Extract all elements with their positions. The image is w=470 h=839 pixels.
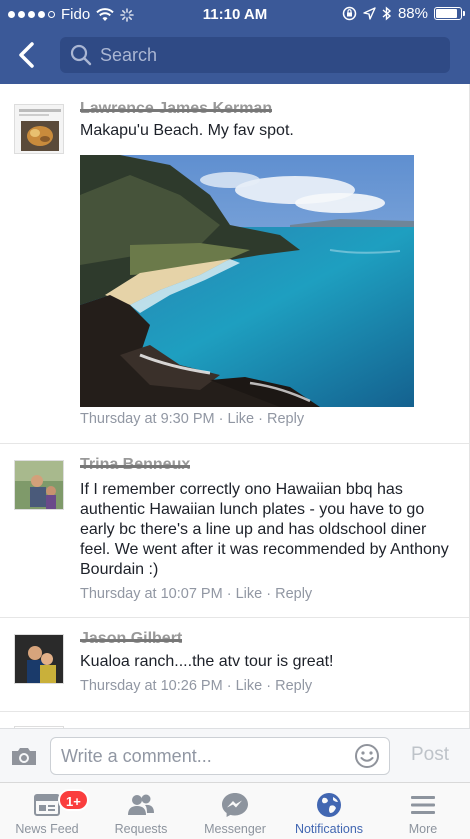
battery-level: [436, 9, 457, 18]
search-icon: [70, 44, 92, 66]
status-bar: Fido 11:10 AM 88%: [0, 0, 470, 30]
commenter-name[interactable]: Lawrence James Kerman: [80, 100, 273, 118]
reply-link[interactable]: Reply: [267, 411, 304, 427]
comment-meta: Thursday at 10:26 PM · Like · Reply: [80, 678, 312, 694]
globe-icon: [317, 793, 341, 817]
header: [0, 30, 470, 84]
avatar[interactable]: [14, 634, 64, 684]
status-right: 88%: [342, 5, 465, 22]
comment-text: Makapu'u Beach. My fav spot.: [80, 122, 294, 139]
post-button[interactable]: Post: [400, 744, 460, 766]
reply-link[interactable]: Reply: [275, 586, 312, 602]
orientation-lock-icon: [342, 6, 357, 21]
avatar[interactable]: [14, 460, 64, 510]
comment-timestamp[interactable]: Thursday at 10:07 PM: [80, 586, 223, 602]
news-feed-icon: [34, 794, 60, 816]
separator-dot: ·: [218, 411, 224, 427]
search-input[interactable]: [100, 44, 420, 66]
comment-timestamp[interactable]: Thursday at 10:26 PM: [80, 678, 223, 694]
tab-notifications[interactable]: Notifications: [282, 783, 376, 839]
beach-photo-image: [80, 155, 414, 407]
comment-text: If I remember correctly ono Hawaiian bbq…: [80, 481, 449, 578]
notification-badge: 1+: [58, 789, 89, 811]
battery-percent: 88%: [397, 5, 428, 22]
comments-list[interactable]: Lawrence James Kerman Makapu'u Beach. My…: [0, 84, 470, 728]
tab-messenger[interactable]: Messenger: [188, 783, 282, 839]
location-arrow-icon: [363, 7, 376, 20]
like-link[interactable]: Like: [236, 678, 263, 694]
comment-text: Kualoa ranch....the atv tour is great!: [80, 653, 334, 670]
friend-requests-icon: [128, 794, 154, 815]
camera-icon[interactable]: [10, 745, 38, 767]
commenter-name[interactable]: Trina Benneux: [80, 456, 191, 474]
separator-dot: ·: [226, 678, 232, 694]
tab-requests[interactable]: Requests: [94, 783, 188, 839]
like-link[interactable]: Like: [236, 586, 263, 602]
avatar-image: [15, 635, 63, 683]
avatar[interactable]: [14, 104, 64, 154]
tab-label: Requests: [114, 822, 168, 836]
avatar-image: [15, 105, 63, 153]
redaction-scribble: [80, 639, 183, 642]
tab-label: Messenger: [204, 822, 266, 836]
facebook-comments-screen: Fido 11:10 AM 88% Search Makapu'u Beach.…: [0, 0, 470, 839]
comment-composer: Post: [0, 728, 470, 782]
separator-dot: ·: [266, 586, 272, 602]
emoji-smiley-icon[interactable]: [354, 743, 380, 769]
avatar-image: [15, 461, 63, 509]
comment-item-partial: [0, 712, 469, 728]
tab-bar: 1+ News Feed Requests Messenger Notifica…: [0, 782, 470, 839]
bluetooth-icon: [382, 6, 392, 21]
reply-link[interactable]: Reply: [275, 678, 312, 694]
separator-dot: ·: [226, 586, 232, 602]
tab-news-feed[interactable]: 1+ News Feed: [0, 783, 94, 839]
tab-more[interactable]: More: [376, 783, 470, 839]
like-link[interactable]: Like: [228, 411, 255, 427]
search-bar[interactable]: [60, 37, 450, 73]
back-arrow-icon[interactable]: [12, 38, 42, 72]
commenter-name[interactable]: Jason Gilbert: [80, 630, 183, 648]
comment-item: Lawrence James Kerman Makapu'u Beach. My…: [0, 84, 469, 444]
battery-icon: [434, 7, 465, 20]
top-bar: Fido 11:10 AM 88% Search: [0, 0, 470, 84]
redaction-scribble: [80, 465, 191, 468]
comment-item: Jason Gilbert Kualoa ranch....the atv to…: [0, 618, 469, 712]
separator-dot: ·: [258, 411, 263, 427]
comment-input[interactable]: [50, 737, 390, 775]
comment-photo[interactable]: [80, 155, 414, 407]
comment-item: Trina Benneux If I remember correctly on…: [0, 444, 469, 618]
separator-dot: ·: [266, 678, 272, 694]
tab-label: Notifications: [294, 822, 364, 836]
tab-label: More: [408, 822, 438, 836]
comment-meta: Thursday at 10:07 PM · Like · Reply: [80, 586, 312, 602]
comment-timestamp[interactable]: Thursday at 9:30 PM: [80, 411, 215, 427]
comment-meta: Thursday at 9:30 PM · Like · Reply: [80, 411, 304, 427]
menu-icon: [411, 796, 435, 814]
redaction-scribble: [80, 109, 273, 112]
messenger-icon: [222, 793, 248, 817]
tab-label: News Feed: [15, 822, 79, 836]
